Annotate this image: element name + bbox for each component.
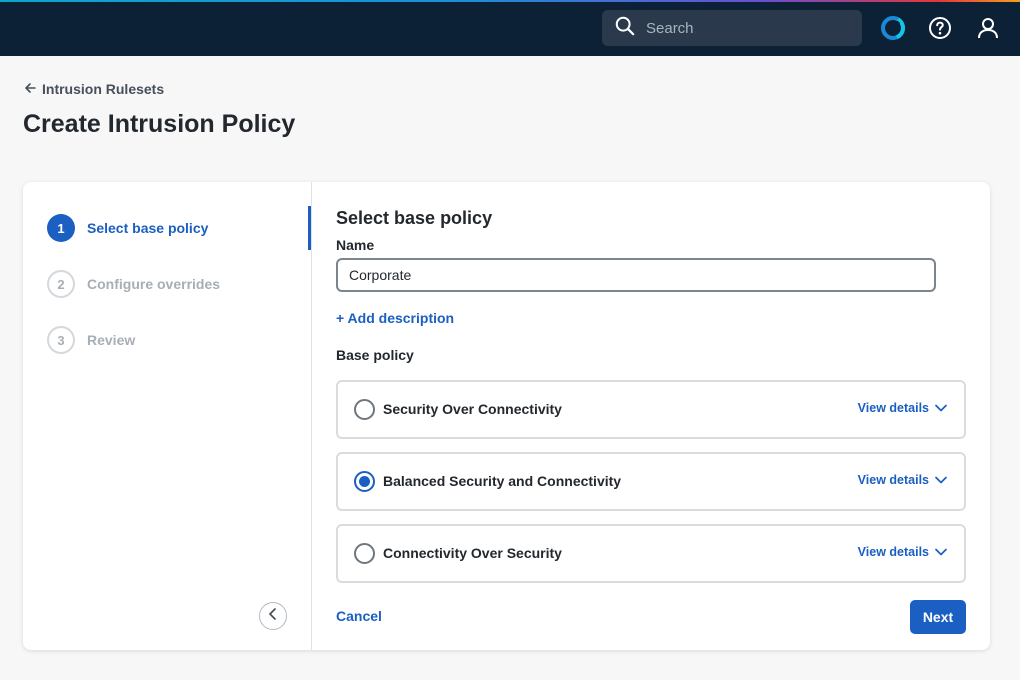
base-policy-form: Select base policy Name + Add descriptio… bbox=[336, 182, 990, 650]
view-details-label: View details bbox=[857, 545, 929, 559]
name-label: Name bbox=[336, 237, 375, 253]
wizard-card: 1 Select base policy 2 Configure overrid… bbox=[23, 182, 990, 650]
arrow-left-icon bbox=[24, 81, 36, 97]
chevron-left-icon bbox=[268, 607, 278, 625]
radio-button-selected[interactable] bbox=[354, 471, 375, 492]
view-details-link[interactable]: View details bbox=[858, 545, 947, 559]
step-number: 1 bbox=[47, 214, 75, 242]
radio-button[interactable] bbox=[354, 399, 375, 420]
view-details-link[interactable]: View details bbox=[858, 473, 947, 487]
search-box[interactable]: Search bbox=[602, 10, 862, 46]
back-link[interactable]: Intrusion Rulesets bbox=[24, 81, 164, 97]
view-details-link[interactable]: View details bbox=[858, 401, 947, 415]
search-icon bbox=[614, 15, 636, 42]
add-description-link[interactable]: + Add description bbox=[336, 310, 454, 326]
active-step-indicator bbox=[308, 206, 311, 250]
step-label: Review bbox=[87, 332, 136, 348]
view-details-label: View details bbox=[857, 473, 929, 487]
option-label: Balanced Security and Connectivity bbox=[383, 473, 622, 489]
search-input[interactable]: Search bbox=[646, 20, 694, 37]
app-logo-icon[interactable] bbox=[879, 14, 907, 42]
step-select-base-policy[interactable]: 1 Select base policy bbox=[47, 214, 208, 242]
view-details-label: View details bbox=[857, 401, 929, 415]
user-icon[interactable] bbox=[974, 14, 1002, 42]
back-link-label[interactable]: Intrusion Rulesets bbox=[42, 81, 164, 97]
cancel-button[interactable]: Cancel bbox=[336, 608, 382, 624]
policy-option-connectivity-over-security[interactable]: Connectivity Over Security View details bbox=[336, 524, 966, 583]
chevron-down-icon bbox=[935, 545, 947, 559]
wizard-steps: 1 Select base policy 2 Configure overrid… bbox=[23, 182, 312, 650]
step-label: Configure overrides bbox=[87, 276, 221, 292]
collapse-steps-button[interactable] bbox=[259, 602, 287, 630]
base-policy-label: Base policy bbox=[336, 347, 414, 363]
page-title: Create Intrusion Policy bbox=[23, 110, 296, 138]
top-nav-bar: Search bbox=[0, 0, 1020, 56]
step-number: 3 bbox=[47, 326, 75, 354]
step-review: 3 Review bbox=[47, 326, 135, 354]
chevron-down-icon bbox=[935, 473, 947, 487]
section-title: Select base policy bbox=[336, 208, 493, 228]
chevron-down-icon bbox=[935, 401, 947, 415]
radio-button[interactable] bbox=[354, 543, 375, 564]
step-label: Select base policy bbox=[87, 220, 209, 236]
step-number: 2 bbox=[47, 270, 75, 298]
policy-option-balanced-security-and-connectivity[interactable]: Balanced Security and Connectivity View … bbox=[336, 452, 966, 511]
next-button[interactable]: Next bbox=[910, 600, 966, 634]
option-label: Security Over Connectivity bbox=[383, 401, 562, 417]
help-icon[interactable] bbox=[926, 14, 954, 42]
step-configure-overrides: 2 Configure overrides bbox=[47, 270, 220, 298]
option-label: Connectivity Over Security bbox=[383, 545, 562, 561]
brand-accent-stripe bbox=[0, 0, 1020, 2]
name-field[interactable] bbox=[336, 258, 936, 292]
policy-option-security-over-connectivity[interactable]: Security Over Connectivity View details bbox=[336, 380, 966, 439]
